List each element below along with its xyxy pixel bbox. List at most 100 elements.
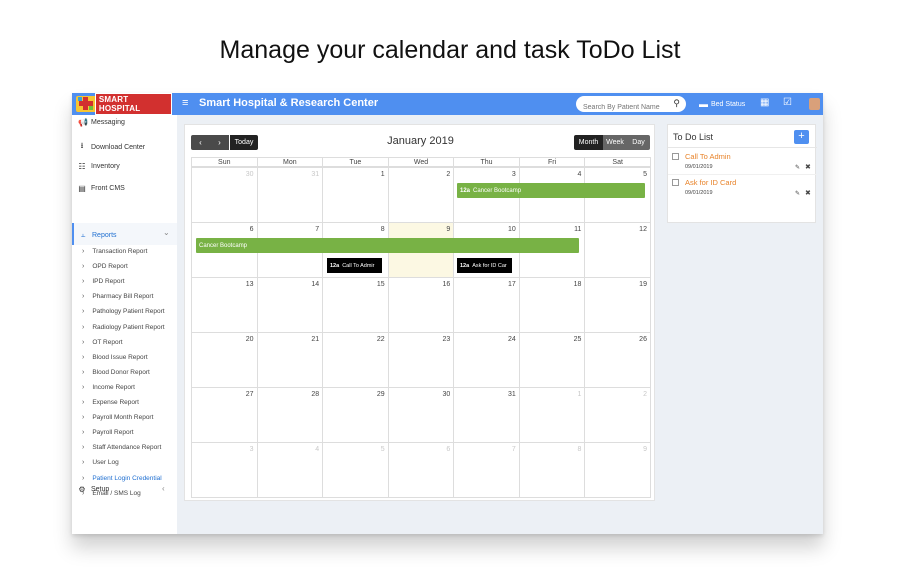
- report-link[interactable]: › Radiology Patient Report: [82, 324, 165, 331]
- day-cell[interactable]: 6: [387, 442, 455, 498]
- day-cell[interactable]: 31: [256, 167, 324, 223]
- day-cell[interactable]: 16: [387, 277, 455, 333]
- sidebar-item-inventory[interactable]: ☷ Inventory: [78, 162, 119, 171]
- day-cell[interactable]: 3: [191, 442, 258, 498]
- delete-icon[interactable]: ✖: [805, 189, 811, 197]
- day-cell[interactable]: 20: [191, 332, 258, 388]
- day-cell[interactable]: 1: [322, 167, 389, 223]
- report-link-label: Expense Report: [92, 399, 139, 406]
- sidebar-item-reports[interactable]: ⫠ Reports ⌄: [72, 223, 177, 245]
- view-day-button[interactable]: Day: [627, 135, 650, 150]
- event-title: Ask for ID Car: [472, 262, 507, 269]
- day-cell[interactable]: 4: [256, 442, 324, 498]
- report-link[interactable]: › Payroll Month Report: [82, 414, 153, 421]
- sidebar-item-messaging[interactable]: 📢 Messaging: [78, 118, 125, 127]
- day-cell[interactable]: 25: [518, 332, 586, 388]
- report-link-label: OT Report: [92, 338, 123, 346]
- day-cell[interactable]: 31: [453, 387, 520, 443]
- day-cell[interactable]: 12: [584, 222, 651, 278]
- chevron-right-icon: ›: [82, 308, 85, 316]
- day-cell[interactable]: 30: [387, 387, 455, 443]
- event-cancer-bootcamp[interactable]: Cancer Bootcamp: [196, 238, 579, 253]
- day-cell[interactable]: 13: [191, 277, 258, 333]
- report-link[interactable]: › Staff Attendance Report: [82, 444, 161, 451]
- day-cell[interactable]: 19: [584, 277, 651, 333]
- day-cell[interactable]: 28: [256, 387, 324, 443]
- chevron-right-icon: ›: [82, 338, 85, 346]
- day-cell[interactable]: 2: [387, 167, 455, 223]
- weekday-header: Tue: [322, 157, 389, 167]
- day-cell[interactable]: 18: [518, 277, 586, 333]
- calendar-icon[interactable]: ▦: [760, 97, 769, 108]
- day-cell[interactable]: 14: [256, 277, 324, 333]
- report-link[interactable]: › Blood Issue Report: [82, 354, 148, 361]
- weekday-header: Thu: [453, 157, 520, 167]
- day-cell[interactable]: 9: [584, 442, 651, 498]
- sidebar-item-download-center[interactable]: ⭳ Download Center: [78, 140, 146, 154]
- day-cell[interactable]: 30: [191, 167, 258, 223]
- day-number: 29: [376, 391, 385, 398]
- day-cell[interactable]: 7: [453, 442, 520, 498]
- pencil-icon[interactable]: ✎: [795, 164, 800, 171]
- bed-status-link[interactable]: ▬ Bed Status: [699, 99, 745, 109]
- report-link[interactable]: › Expense Report: [82, 399, 139, 406]
- report-link[interactable]: › Transaction Report: [82, 248, 147, 255]
- calendar-panel: ‹ › Today January 2019 Month Week Day Su…: [184, 124, 655, 501]
- day-number: 3: [511, 171, 516, 178]
- report-link[interactable]: › OPD Report: [82, 263, 128, 270]
- app-title: Smart Hospital & Research Center: [199, 97, 379, 109]
- search-icon[interactable]: ⚲: [673, 98, 680, 109]
- day-cell[interactable]: 29: [322, 387, 389, 443]
- day-cell[interactable]: 22: [322, 332, 389, 388]
- pencil-icon[interactable]: ✎: [795, 190, 800, 197]
- task-check-icon[interactable]: ☑: [783, 97, 792, 108]
- todo-checkbox[interactable]: [672, 179, 679, 186]
- sidebar-item-front-cms[interactable]: ▤ Front CMS: [78, 184, 125, 193]
- day-number: 28: [311, 391, 320, 398]
- day-cell[interactable]: 2: [584, 387, 651, 443]
- day-number: 25: [573, 336, 582, 343]
- todo-checkbox[interactable]: [672, 153, 679, 160]
- day-number: 17: [508, 281, 516, 288]
- day-cell[interactable]: 17: [453, 277, 520, 333]
- todo-label[interactable]: Ask for ID Card: [685, 178, 736, 187]
- page-headline: Manage your calendar and task ToDo List: [219, 36, 681, 64]
- report-link[interactable]: › Pharmacy Bill Report: [82, 293, 153, 300]
- report-link[interactable]: › Income Report: [82, 384, 135, 391]
- todo-label[interactable]: Call To Admin: [685, 152, 731, 161]
- chevron-right-icon: ›: [82, 414, 85, 422]
- report-link[interactable]: › Pathology Patient Report: [82, 308, 165, 315]
- patient-search-input[interactable]: [583, 104, 667, 111]
- event-call-to-admin[interactable]: 12a Call To Admir: [327, 258, 382, 273]
- day-number: 9: [446, 226, 451, 233]
- add-todo-button[interactable]: +: [794, 130, 809, 144]
- event-ask-for-id-card[interactable]: 12a Ask for ID Car: [457, 258, 512, 273]
- report-link[interactable]: › OT Report: [82, 339, 123, 346]
- menu-toggle-icon[interactable]: ≡: [182, 97, 188, 109]
- divider: [668, 174, 817, 175]
- view-week-button[interactable]: Week: [603, 135, 627, 150]
- user-avatar[interactable]: [809, 98, 820, 110]
- day-cell[interactable]: 21: [256, 332, 324, 388]
- day-cell[interactable]: 24: [453, 332, 520, 388]
- day-cell[interactable]: 15: [322, 277, 389, 333]
- day-cell[interactable]: 1: [518, 387, 586, 443]
- sidebar-item-setup[interactable]: ⚙ Setup: [78, 485, 109, 494]
- event-cancer-bootcamp[interactable]: 12a Cancer Bootcamp: [457, 183, 645, 198]
- delete-icon[interactable]: ✖: [805, 163, 811, 171]
- day-cell[interactable]: 5: [322, 442, 389, 498]
- sidebar-item-label: Front CMS: [91, 185, 125, 192]
- report-link[interactable]: › Blood Donor Report: [82, 369, 150, 376]
- report-link[interactable]: › User Log: [82, 459, 119, 466]
- day-cell[interactable]: 8: [518, 442, 586, 498]
- day-number: 11: [574, 226, 582, 233]
- report-link[interactable]: › Payroll Report: [82, 429, 134, 436]
- day-cell[interactable]: 27: [191, 387, 258, 443]
- weekday-header: Mon: [256, 157, 324, 167]
- day-cell[interactable]: 26: [584, 332, 651, 388]
- report-link[interactable]: › Patient Login Credential: [82, 475, 162, 482]
- hospital-logo[interactable]: SMART HOSPITAL: [76, 93, 172, 115]
- view-month-button[interactable]: Month: [574, 135, 603, 150]
- report-link[interactable]: › IPD Report: [82, 278, 125, 285]
- day-cell[interactable]: 23: [387, 332, 455, 388]
